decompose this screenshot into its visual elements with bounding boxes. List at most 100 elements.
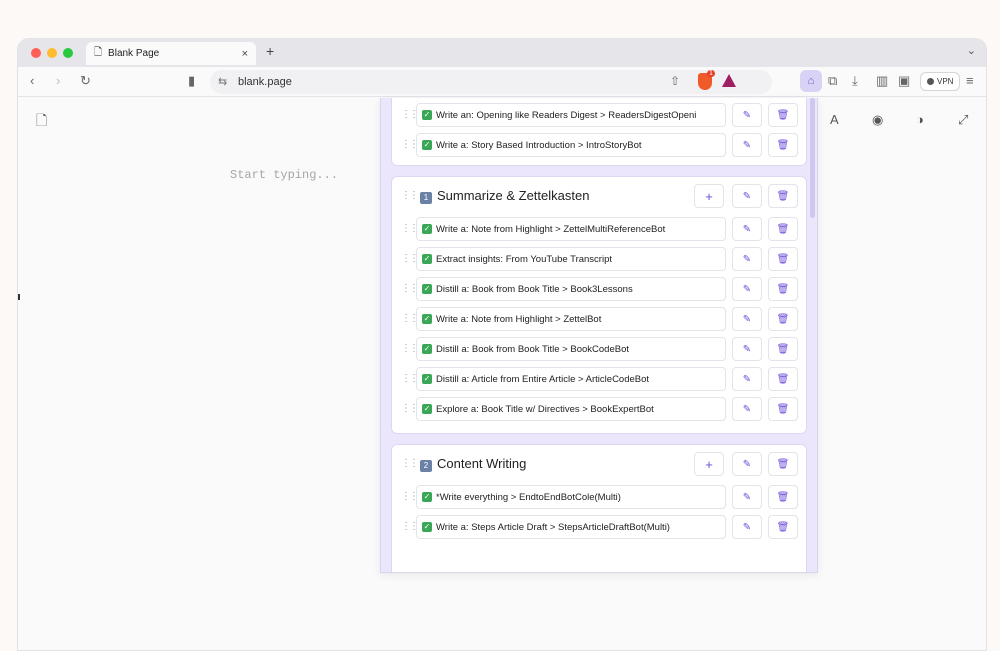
bot-item[interactable]: ✓ Distill a: Book from Book Title > BookC… [416, 337, 726, 361]
download-icon[interactable]: ⤓ [852, 73, 858, 89]
brave-rewards-icon[interactable] [722, 74, 736, 87]
delete-section-button[interactable]: 🗑 [768, 184, 798, 208]
check-icon: ✓ [422, 254, 432, 264]
tab-close-icon[interactable]: × [242, 48, 248, 60]
section-summarize: ⋮⋮ 1 Summarize & Zettelkasten + ✎ 🗑 ⋮⋮ ✓ Wr… [391, 176, 807, 434]
edit-button[interactable]: ✎ [732, 367, 762, 391]
bot-item[interactable]: ✓ Distill a: Article from Entire Article … [416, 367, 726, 391]
reload-icon[interactable]: ↻ [80, 73, 91, 89]
drag-handle-icon[interactable]: ⋮⋮ [401, 190, 419, 201]
edit-button[interactable]: ✎ [732, 485, 762, 509]
drag-handle-icon[interactable]: ⋮⋮ [401, 403, 419, 414]
minimize-window-button[interactable] [47, 48, 57, 58]
bot-item[interactable]: ✓ Write a: Note from Highlight > ZettelMu… [416, 217, 726, 241]
bot-item-label: Write a: Story Based Introduction > Intr… [436, 139, 642, 151]
edit-section-button[interactable]: ✎ [732, 452, 762, 476]
edit-section-button[interactable]: ✎ [732, 184, 762, 208]
bot-item[interactable]: ✓ Extract insights: From YouTube Transcri… [416, 247, 726, 271]
bot-item[interactable]: ✓ Write an: Opening like Readers Digest >… [416, 103, 726, 127]
delete-button[interactable]: 🗑 [768, 133, 798, 157]
editor-placeholder[interactable]: Start typing... [230, 168, 338, 182]
bot-item[interactable]: ✓ Write a: Story Based Introduction > Int… [416, 133, 726, 157]
drag-handle-icon[interactable]: ⋮⋮ [401, 373, 419, 384]
delete-button[interactable]: 🗑 [768, 485, 798, 509]
delete-button[interactable]: 🗑 [768, 247, 798, 271]
wallet-icon[interactable]: ▣ [898, 73, 910, 89]
edit-button[interactable]: ✎ [732, 397, 762, 421]
drag-handle-icon[interactable]: ⋮⋮ [401, 109, 419, 120]
drag-handle-icon[interactable]: ⋮⋮ [401, 253, 419, 264]
delete-button[interactable]: 🗑 [768, 367, 798, 391]
drag-handle-icon[interactable]: ⋮⋮ [401, 343, 419, 354]
list-item: ⋮⋮ ✓ Distill a: Book from Book Title > Boo… [392, 277, 806, 301]
drag-handle-icon[interactable]: ⋮⋮ [401, 521, 419, 532]
bot-item[interactable]: ✓ Explore a: Book Title w/ Directives > B… [416, 397, 726, 421]
edit-button[interactable]: ✎ [732, 133, 762, 157]
drag-handle-icon[interactable]: ⋮⋮ [401, 283, 419, 294]
tab-list-chevron-icon[interactable]: ⌄ [967, 44, 976, 57]
menu-icon[interactable]: ≡ [966, 73, 974, 88]
delete-button[interactable]: 🗑 [768, 103, 798, 127]
panel-scrollbar[interactable] [810, 98, 815, 218]
address-bar[interactable]: ⇆ blank.page ⇧ 1 [210, 70, 772, 94]
browser-window: 🗋 Blank Page × + ⌄ ‹ › ↻ ▮ ⇆ blank.page … [17, 38, 987, 651]
edit-button[interactable]: ✎ [732, 337, 762, 361]
bot-list-panel: ⋮⋮ ✓ Write an: Opening like Readers Diges… [380, 98, 818, 573]
drag-handle-icon[interactable]: ⋮⋮ [401, 491, 419, 502]
drag-handle-icon[interactable]: ⋮⋮ [401, 223, 419, 234]
drag-handle-icon[interactable]: ⋮⋮ [401, 458, 419, 469]
delete-button[interactable]: 🗑 [768, 217, 798, 241]
delete-button[interactable]: 🗑 [768, 337, 798, 361]
bot-item[interactable]: ✓ *Write everything > EndtoEndBotCole(Mul… [416, 485, 726, 509]
list-item: ⋮⋮ ✓ Write a: Story Based Introduction > … [392, 133, 806, 157]
delete-button[interactable]: 🗑 [768, 397, 798, 421]
edit-button[interactable]: ✎ [732, 515, 762, 539]
drag-handle-icon[interactable]: ⋮⋮ [401, 139, 419, 150]
zoom-window-button[interactable] [63, 48, 73, 58]
number-badge: 2 [420, 460, 432, 472]
share-icon[interactable]: ⇧ [670, 74, 680, 88]
vpn-status-icon [927, 78, 934, 85]
document-icon[interactable]: 🗋 [36, 110, 47, 134]
spellcheck-icon[interactable]: A [830, 112, 839, 127]
bot-item[interactable]: ✓ Distill a: Book from Book Title > Book3… [416, 277, 726, 301]
expand-icon[interactable]: ⤢ [958, 112, 968, 128]
bot-item[interactable]: ✓ Write a: Steps Article Draft > StepsArt… [416, 515, 726, 539]
edit-button[interactable]: ✎ [732, 277, 762, 301]
edit-button[interactable]: ✎ [732, 103, 762, 127]
edit-button[interactable]: ✎ [732, 247, 762, 271]
check-icon: ✓ [422, 140, 432, 150]
forward-icon[interactable]: › [56, 73, 60, 88]
edit-button[interactable]: ✎ [732, 307, 762, 331]
eye-icon[interactable]: ◉ [872, 112, 883, 128]
text-cursor [18, 294, 20, 300]
section-header: ⋮⋮ 2 Content Writing + ✎ 🗑 [392, 445, 806, 483]
bot-item[interactable]: ✓ Write a: Note from Highlight > ZettelBo… [416, 307, 726, 331]
check-icon: ✓ [422, 314, 432, 324]
new-tab-button[interactable]: + [266, 43, 274, 59]
section-content-writing: ⋮⋮ 2 Content Writing + ✎ 🗑 ⋮⋮ ✓ *Write ever… [391, 444, 807, 572]
delete-section-button[interactable]: 🗑 [768, 452, 798, 476]
add-bot-button[interactable]: + [694, 452, 724, 476]
drag-handle-icon[interactable]: ⋮⋮ [401, 313, 419, 324]
contrast-icon[interactable]: ◑ [916, 112, 924, 127]
back-icon[interactable]: ‹ [30, 73, 34, 88]
extensions-icon[interactable]: ⧉ [828, 73, 837, 89]
edit-button[interactable]: ✎ [732, 217, 762, 241]
tab-blank-page[interactable]: 🗋 Blank Page × [86, 42, 256, 65]
delete-button[interactable]: 🗑 [768, 515, 798, 539]
section-title: 2 Content Writing [420, 456, 526, 472]
site-settings-icon[interactable]: ⇆ [218, 75, 227, 88]
add-bot-button[interactable]: + [694, 184, 724, 208]
extension-active-icon[interactable]: ⌂ [800, 70, 822, 92]
sidebar-icon[interactable]: ▥ [876, 73, 888, 89]
bookmark-icon[interactable]: ▮ [188, 73, 195, 89]
delete-button[interactable]: 🗑 [768, 307, 798, 331]
close-window-button[interactable] [31, 48, 41, 58]
vpn-button[interactable]: VPN [920, 72, 961, 91]
url-text[interactable]: blank.page [238, 76, 292, 88]
page-content: 🗋 Start typing... A ◉ ◑ ⤢ ⋮⋮ ✓ Write an: … [18, 98, 986, 650]
bot-item-label: Distill a: Book from Book Title > BookCo… [436, 343, 629, 355]
list-item: ⋮⋮ ✓ *Write everything > EndtoEndBotCole(M… [392, 485, 806, 509]
delete-button[interactable]: 🗑 [768, 277, 798, 301]
